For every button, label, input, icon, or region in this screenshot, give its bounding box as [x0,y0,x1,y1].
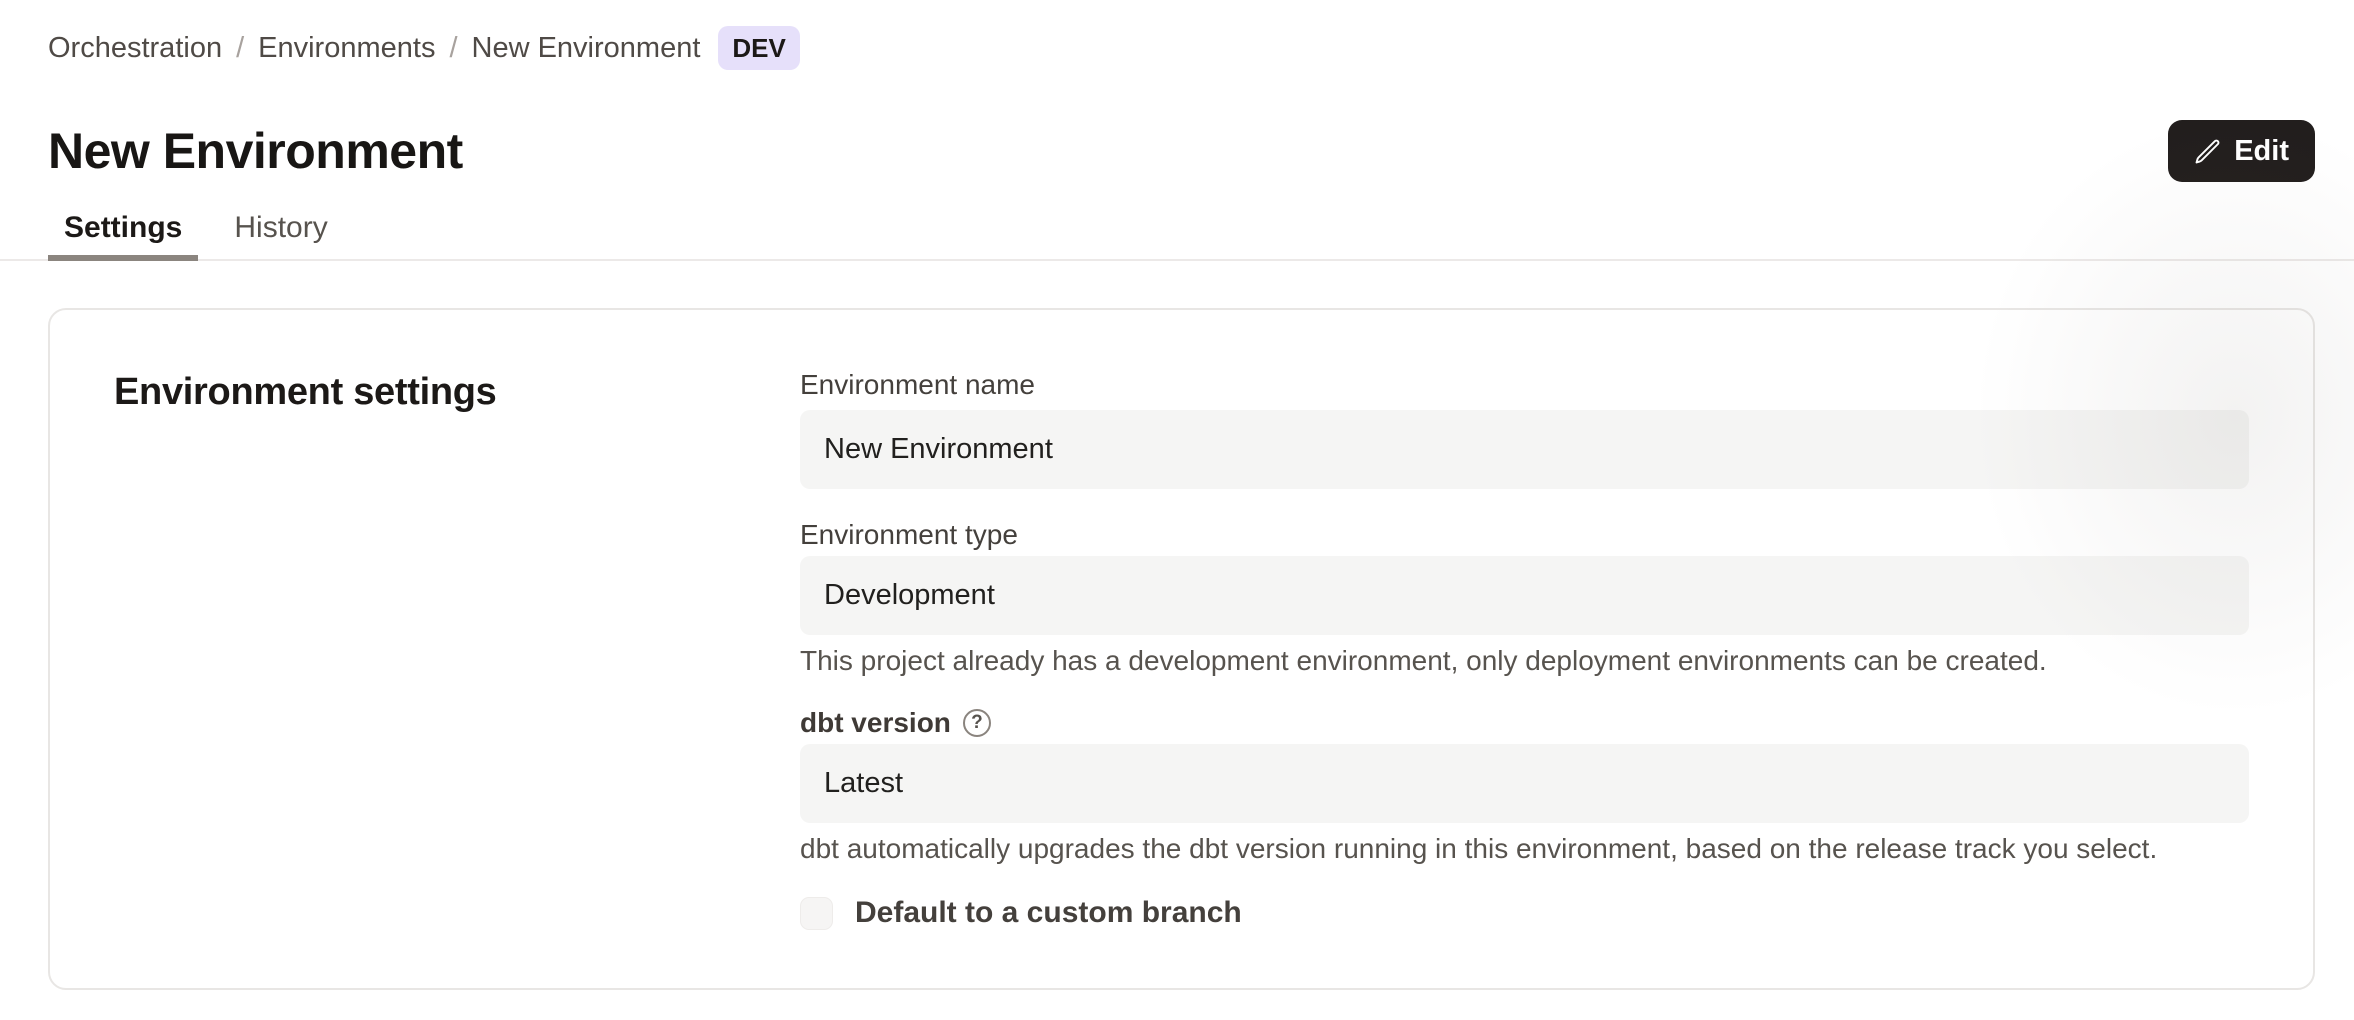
breadcrumb-item-environments[interactable]: Environments [258,32,435,65]
breadcrumb: Orchestration / Environments / New Envir… [48,26,2354,70]
card-heading: Environment settings [114,370,800,414]
card-left-column: Environment settings [114,370,800,988]
environment-name-input[interactable] [800,410,2249,489]
environment-name-label-text: Environment name [800,370,1035,400]
env-dev-badge: DEV [718,26,799,70]
tab-history[interactable]: History [218,212,343,259]
dbt-version-helper-text: dbt automatically upgrades the dbt versi… [800,834,2249,864]
environment-type-helper-text: This project already has a development e… [800,646,2249,676]
pencil-icon [2194,138,2221,165]
dbt-version-input[interactable] [800,744,2249,823]
custom-branch-label[interactable]: Default to a custom branch [855,896,1242,930]
dbt-version-label: dbt version ? [800,708,2249,738]
dbt-version-label-text: dbt version [800,708,951,738]
card-form-column: Environment name Environment type This p… [800,370,2249,988]
environment-type-label-text: Environment type [800,520,1018,550]
breadcrumb-item-current: New Environment [472,32,701,65]
custom-branch-row: Default to a custom branch [800,896,2249,930]
page-title: New Environment [48,120,463,182]
custom-branch-checkbox[interactable] [800,897,833,930]
help-icon[interactable]: ? [963,709,991,737]
tab-bar: Settings History [0,212,2354,261]
environment-type-input[interactable] [800,556,2249,635]
breadcrumb-separator: / [236,32,244,65]
environment-name-label: Environment name [800,370,2249,400]
breadcrumb-separator: / [449,32,457,65]
edit-button-label: Edit [2234,135,2289,168]
environment-type-label: Environment type [800,520,2249,550]
breadcrumb-item-orchestration[interactable]: Orchestration [48,32,222,65]
edit-button[interactable]: Edit [2168,120,2315,182]
page-header: New Environment Edit [48,120,2315,182]
environment-settings-card: Environment settings Environment name En… [48,308,2315,990]
tab-settings[interactable]: Settings [48,212,198,261]
